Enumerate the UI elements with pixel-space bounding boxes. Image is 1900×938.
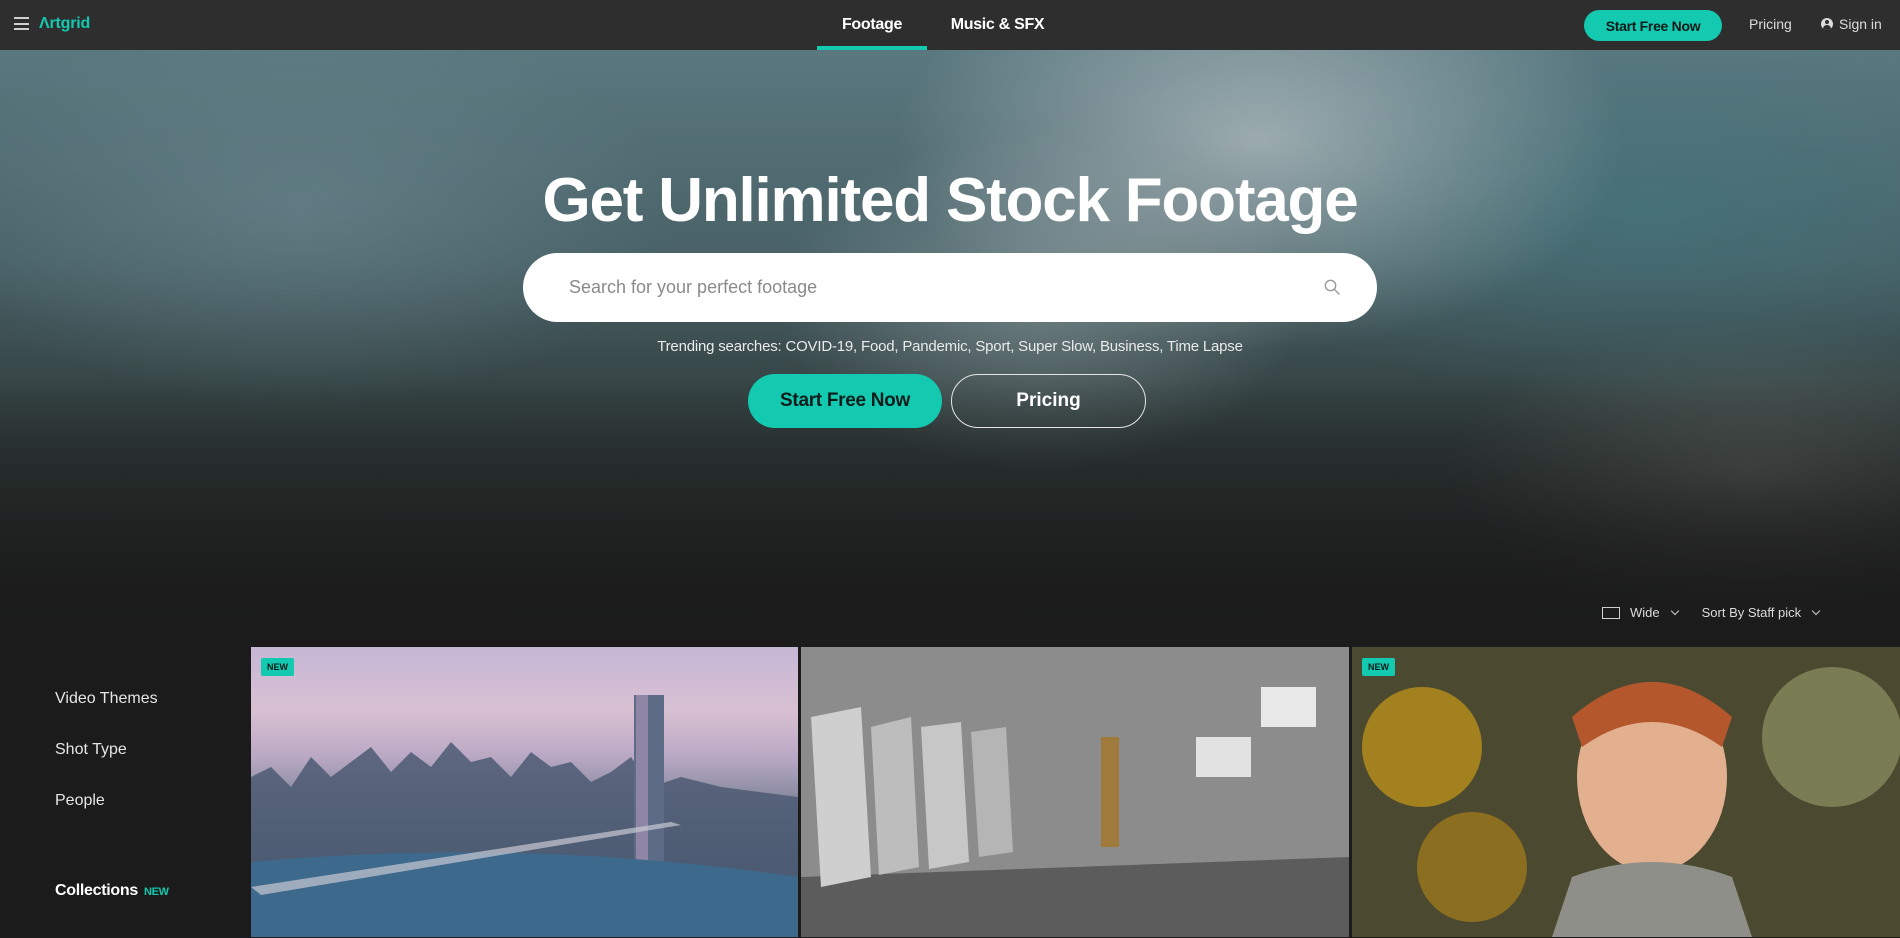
new-badge: NEW: [1362, 658, 1395, 676]
menu-icon[interactable]: [14, 17, 29, 30]
search-bar[interactable]: [523, 253, 1377, 322]
video-thumbnail[interactable]: NEW: [251, 647, 798, 937]
nav-pricing-link[interactable]: Pricing: [1749, 16, 1792, 32]
collections-label: Collections: [55, 882, 138, 899]
trending-searches: Trending searches: COVID-19, Food, Pande…: [657, 338, 1243, 355]
sort-label: Sort By Staff pick: [1701, 605, 1802, 620]
trending-link[interactable]: Time Lapse: [1167, 338, 1243, 355]
sidebar-item-video-themes[interactable]: Video Themes: [55, 690, 158, 708]
search-icon[interactable]: [1324, 279, 1340, 295]
protest-image: [801, 647, 1349, 937]
trending-link[interactable]: Pandemic: [902, 338, 967, 355]
woman-in-flowers-image: [1352, 647, 1900, 937]
video-thumbnail[interactable]: NEW: [1352, 647, 1900, 937]
layout-label: Wide: [1630, 605, 1660, 620]
wide-layout-icon: [1602, 606, 1620, 619]
tab-music-sfx[interactable]: Music & SFX: [935, 0, 1060, 50]
trending-link[interactable]: COVID-19: [785, 338, 853, 355]
logo[interactable]: Ʌrtgrid: [39, 15, 90, 33]
sort-dropdown[interactable]: Sort By Staff pick: [1701, 605, 1821, 620]
sidebar-item-shot-type[interactable]: Shot Type: [55, 741, 127, 759]
sign-in-label: Sign in: [1839, 16, 1882, 32]
trending-label: Trending searches:: [657, 338, 782, 355]
chevron-down-icon: [1670, 606, 1679, 615]
sidebar-item-people[interactable]: People: [55, 792, 105, 810]
trending-link[interactable]: Super Slow: [1018, 338, 1092, 355]
sidebar-item-collections[interactable]: Collections NEW: [55, 882, 169, 900]
new-badge: NEW: [261, 658, 294, 676]
hero: Get Unlimited Stock Footage Trending sea…: [0, 50, 1900, 648]
hero-pricing-button[interactable]: Pricing: [951, 374, 1146, 428]
hero-title: Get Unlimited Stock Footage: [542, 166, 1358, 235]
layout-dropdown[interactable]: Wide: [1602, 605, 1679, 620]
trending-link[interactable]: Business: [1100, 338, 1159, 355]
sign-in-link[interactable]: Sign in: [1821, 16, 1882, 32]
video-thumbnail[interactable]: [801, 647, 1349, 937]
search-input[interactable]: [569, 277, 1269, 298]
hero-start-free-button[interactable]: Start Free Now: [748, 374, 942, 428]
new-badge: NEW: [143, 886, 169, 898]
sidebar: Video Themes Shot Type People Collection…: [0, 647, 250, 938]
user-icon: [1821, 18, 1833, 30]
view-controls: Wide Sort By Staff pick: [1602, 605, 1821, 620]
top-nav: Ʌrtgrid Footage Music & SFX Start Free N…: [0, 0, 1900, 50]
trending-link[interactable]: Food: [861, 338, 895, 355]
tab-footage[interactable]: Footage: [817, 0, 927, 50]
city-skyline-image: [251, 695, 798, 937]
nav-start-free-button[interactable]: Start Free Now: [1584, 10, 1722, 41]
chevron-down-icon: [1811, 606, 1821, 615]
trending-link[interactable]: Sport: [975, 338, 1010, 355]
